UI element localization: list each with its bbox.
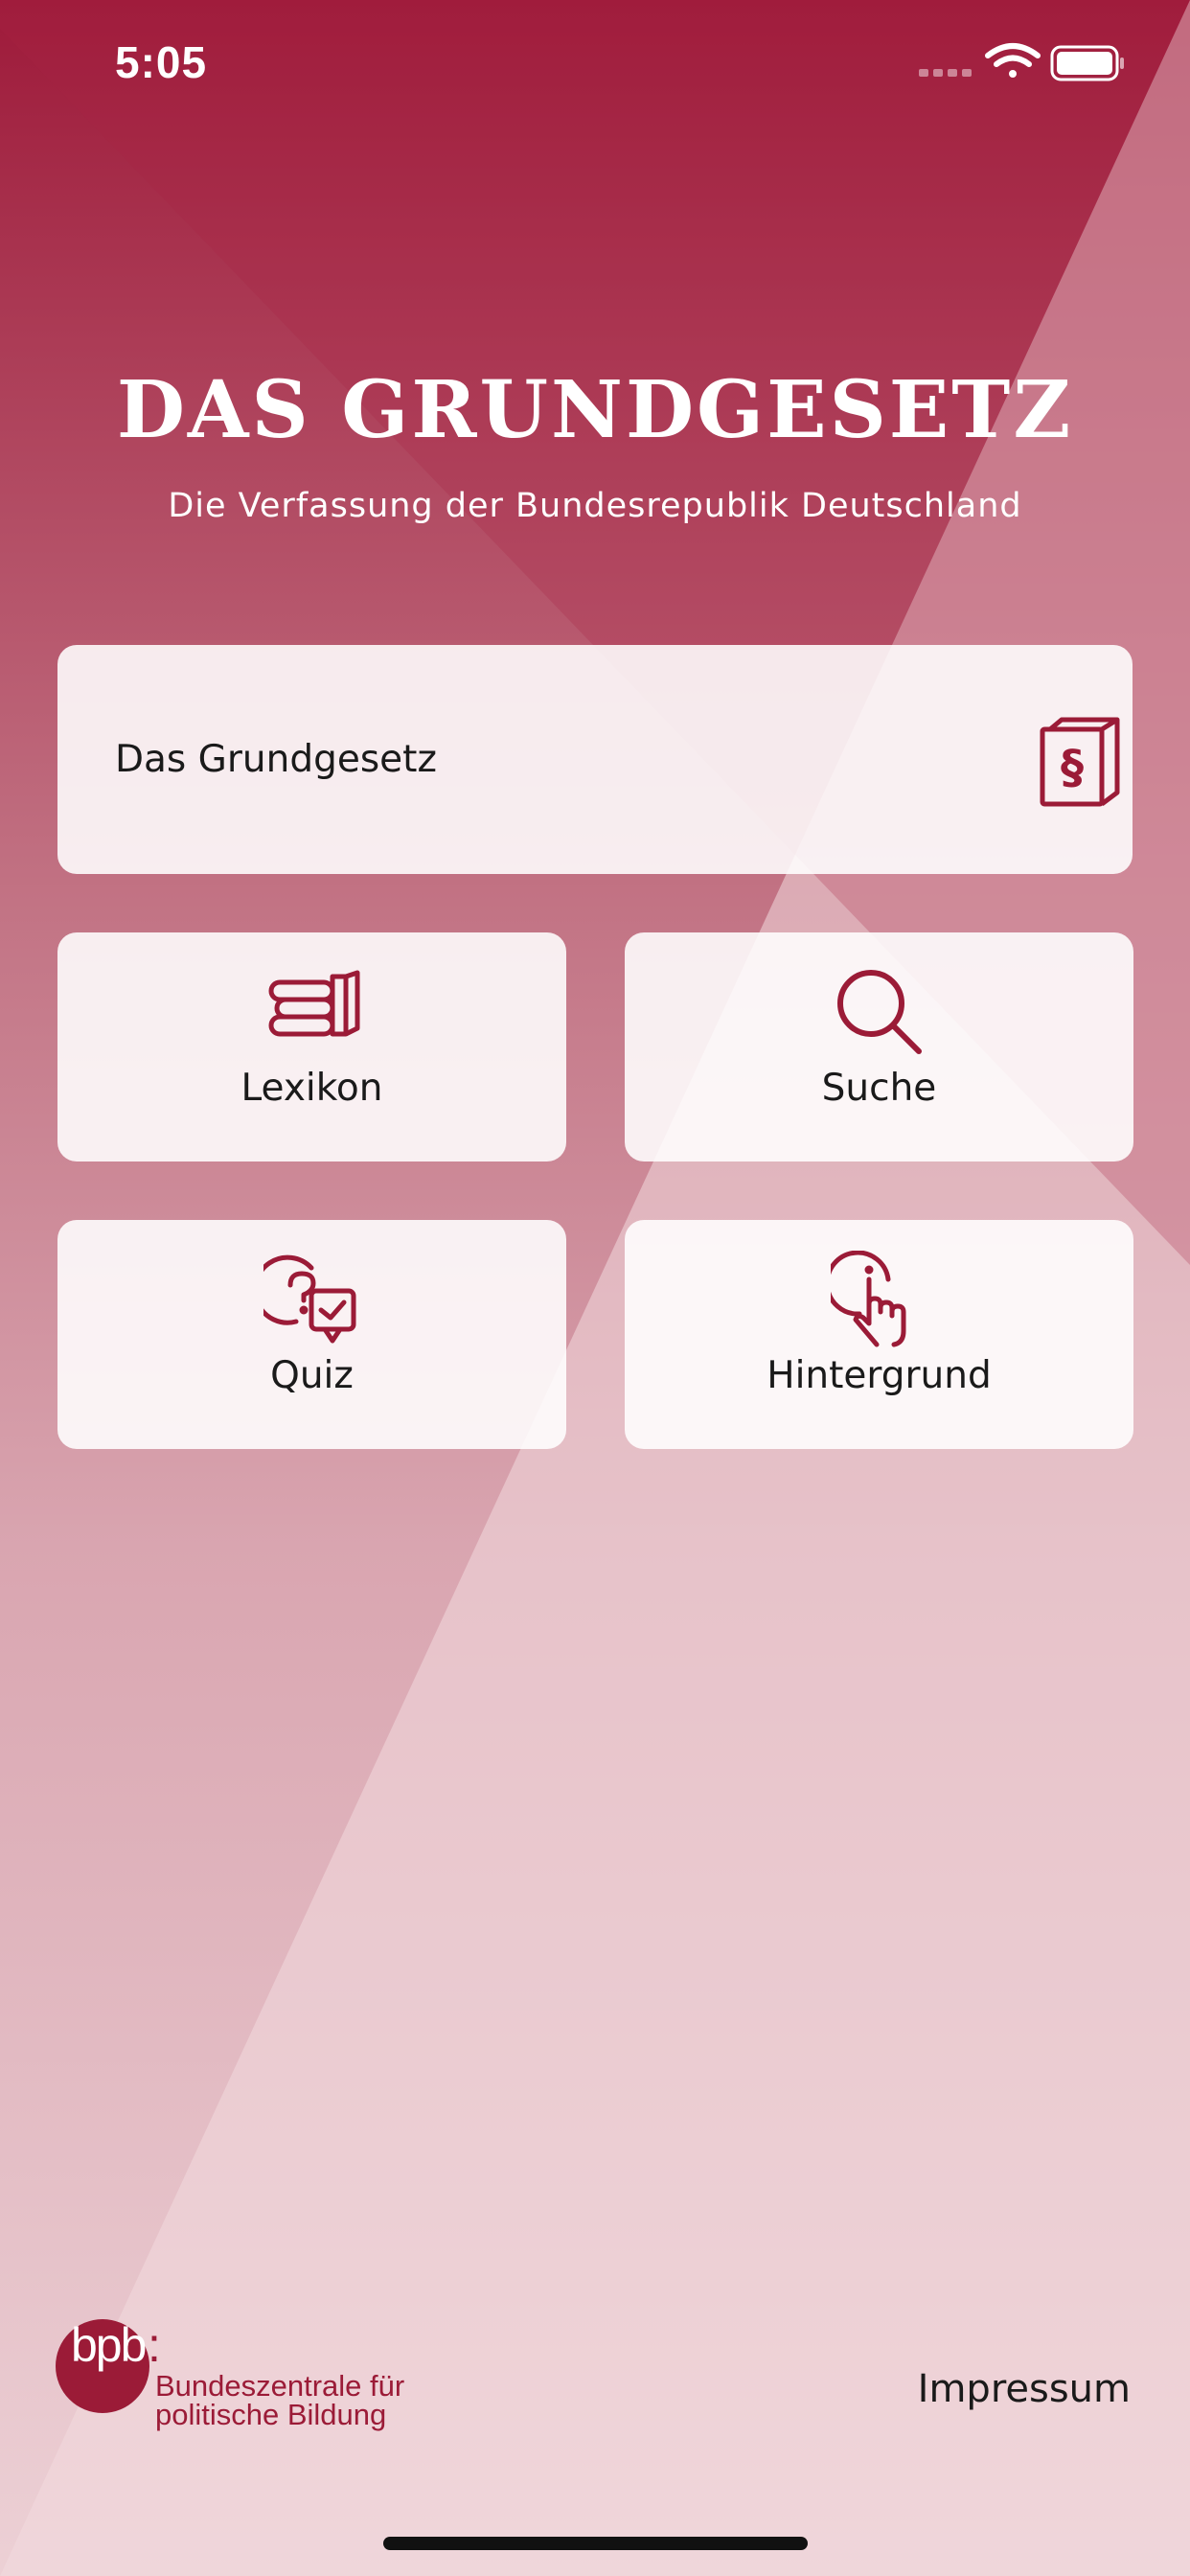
wifi-icon: [985, 43, 1041, 78]
grundgesetz-label: Das Grundgesetz: [115, 738, 437, 781]
lexikon-button[interactable]: Lexikon: [57, 932, 566, 1162]
suche-button[interactable]: Suche: [625, 932, 1133, 1162]
quiz-button[interactable]: Quiz: [57, 1220, 566, 1449]
lexikon-label: Lexikon: [240, 1067, 383, 1110]
svg-text:§: §: [1061, 741, 1084, 794]
logo-colon: :: [148, 2318, 161, 2372]
search-icon: [837, 970, 922, 1054]
app-title: DAS GRUNDGESETZ: [116, 364, 1074, 456]
quiz-icon: [263, 1254, 356, 1344]
hintergrund-label: Hintergrund: [767, 1354, 992, 1397]
books-icon: [268, 970, 360, 1037]
signal-icon: [919, 69, 972, 77]
logo-name-line2: politische Bildung: [155, 2398, 387, 2431]
suche-label: Suche: [821, 1067, 937, 1110]
logo-abbr: bpb: [71, 2318, 147, 2372]
hintergrund-button[interactable]: Hintergrund: [625, 1220, 1133, 1449]
status-bar: 5:05: [0, 0, 1190, 125]
info-touch-icon: [831, 1251, 906, 1347]
battery-icon: [1050, 45, 1124, 81]
paragraph-book-icon: §: [1040, 717, 1120, 807]
app-subtitle: Die Verfassung der Bundesrepublik Deutsc…: [168, 487, 1022, 525]
quiz-label: Quiz: [270, 1354, 354, 1397]
grundgesetz-button[interactable]: Das Grundgesetz §: [57, 645, 1133, 874]
impressum-link[interactable]: Impressum: [918, 2367, 1131, 2411]
home-indicator[interactable]: [383, 2537, 808, 2550]
bpb-logo: bpb : Bundeszentrale für politische Bild…: [56, 2317, 458, 2432]
status-icons: [919, 43, 1124, 81]
status-time: 5:05: [115, 37, 208, 87]
